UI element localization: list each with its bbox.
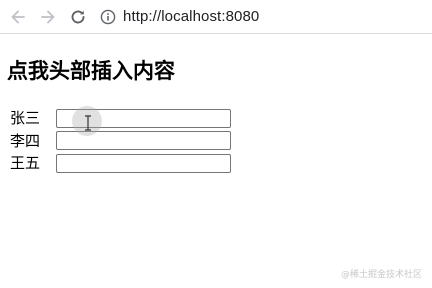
row-label: 张三 [10,109,41,128]
forward-button[interactable] [33,2,63,32]
url-text: http://localhost:8080 [123,8,260,25]
row-label: 李四 [10,131,41,150]
back-button[interactable] [3,2,33,32]
list-item: 张三 [10,107,231,130]
row-label: 王五 [10,154,41,173]
row-input[interactable] [56,108,231,128]
list-item: 李四 [10,130,231,153]
watermark-text: @稀土掘金技术社区 [340,270,422,280]
insert-heading-text[interactable]: 点我头部插入内容 [7,56,175,86]
list-item: 王五 [10,152,231,175]
reload-icon [71,10,85,23]
row-input[interactable] [56,131,231,151]
address-bar[interactable]: http://localhost:8080 [99,3,432,31]
row-input[interactable] [56,153,231,173]
name-list: 张三 李四 王五 [10,107,231,175]
reload-button[interactable] [63,2,93,32]
browser-toolbar: http://localhost:8080 [0,0,432,34]
arrow-right-icon [41,10,55,23]
arrow-left-icon [11,10,25,23]
info-icon[interactable] [99,8,117,26]
